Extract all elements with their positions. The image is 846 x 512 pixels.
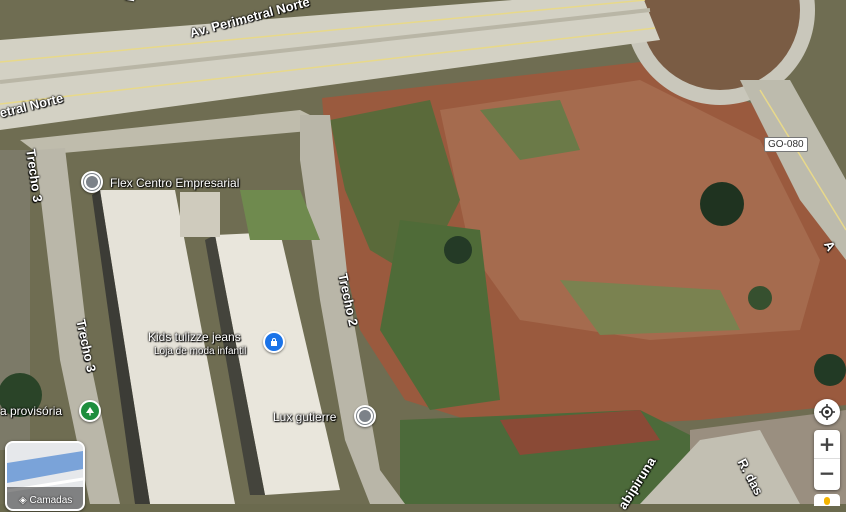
zoom-out-button[interactable]: − xyxy=(814,459,840,487)
satellite-map[interactable] xyxy=(0,0,846,504)
tree-canopy xyxy=(814,354,846,386)
zoom-control: + − xyxy=(814,430,840,490)
crosshair-icon xyxy=(819,404,835,420)
tree-canopy xyxy=(700,182,744,226)
poi-label-provisoria[interactable]: a provisória xyxy=(0,404,62,418)
tree-canopy xyxy=(748,286,772,310)
poi-subtitle-kids: Loja de moda infantil xyxy=(154,346,247,357)
pegman-icon[interactable] xyxy=(814,494,840,506)
layers-button[interactable]: ◈ Camadas xyxy=(5,441,85,511)
building-annex xyxy=(180,192,220,237)
location-pin-icon[interactable] xyxy=(354,405,376,427)
poi-label-flex[interactable]: Flex Centro Empresarial xyxy=(110,176,239,190)
shopping-bag-icon[interactable] xyxy=(263,331,285,353)
highway-shield: GO-080 xyxy=(764,137,808,152)
location-pin-icon[interactable] xyxy=(81,171,103,193)
poi-label-lux[interactable]: Lux gutierre xyxy=(273,410,336,424)
tree-canopy xyxy=(444,236,472,264)
tree-icon[interactable] xyxy=(79,400,101,422)
poi-label-kids[interactable]: Kids tulizze jeans xyxy=(148,330,241,344)
layers-icon: ◈ xyxy=(19,495,30,506)
layers-text: Camadas xyxy=(29,495,73,506)
zoom-in-button[interactable]: + xyxy=(814,430,840,458)
my-location-button[interactable] xyxy=(814,399,840,425)
layers-label: ◈ Camadas xyxy=(19,495,72,506)
